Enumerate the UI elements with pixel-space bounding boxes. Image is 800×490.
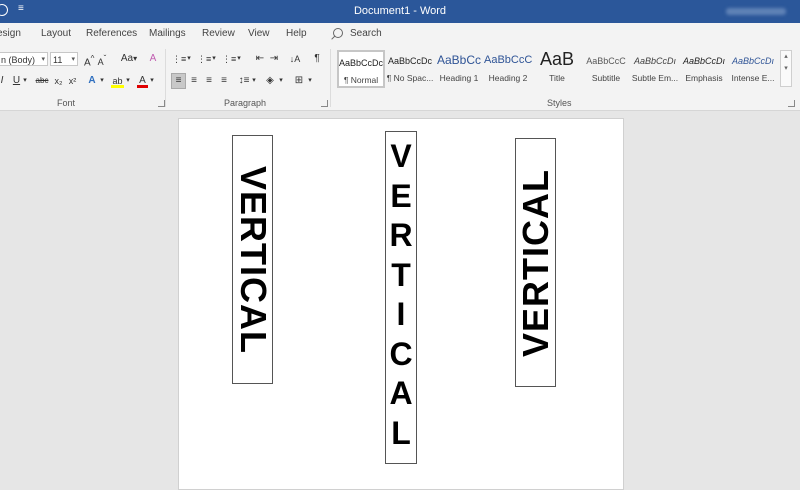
clear-formatting-button[interactable]: A [147,52,159,66]
chevron-down-icon[interactable]: ▾ [71,53,75,67]
font-size-box[interactable]: 11 ▾ [50,52,78,66]
grow-font-button[interactable]: A^ [84,52,94,68]
font-name-box[interactable]: n (Body) ▾ [0,52,48,66]
text-effects-button[interactable]: A [86,74,98,88]
line-spacing-icon[interactable]: ↕≡ [238,74,250,88]
tab-layout[interactable]: Layout [41,28,71,39]
numbering-icon[interactable]: ⋮≡ [197,52,211,66]
document-page[interactable]: VERTICAL V E R T I C A L VERTICAL [178,118,624,490]
justify-icon[interactable]: ≡ [218,74,230,88]
chevron-down-icon[interactable]: ▾ [22,74,28,88]
style-no-spacing[interactable]: AaBbCcDc ¶ No Spac... [386,50,434,88]
decrease-indent-icon[interactable]: ⇤ [254,52,266,66]
style-heading-2[interactable]: AaBbCcC Heading 2 [484,50,532,88]
search-icon[interactable] [333,28,343,38]
vertical-text-stacked: V E R T I C A L [389,138,413,451]
vertical-text-rotated-down: VERTICAL [232,165,273,354]
align-left-button[interactable]: ≡ [171,73,186,89]
tab-review[interactable]: Review [202,28,235,39]
chevron-down-icon[interactable]: ▾ [186,52,192,66]
styles-dialog-launcher-icon[interactable] [788,100,795,107]
chevron-down-icon[interactable]: ▾ [278,74,284,88]
align-center-icon[interactable]: ≡ [188,74,200,88]
tab-references[interactable]: References [86,28,137,39]
superscript-button[interactable]: x² [67,74,78,88]
style-normal[interactable]: AaBbCcDc ¶ Normal [337,50,385,88]
window-title: Document1 - Word [353,5,447,17]
chevron-down-icon[interactable]: ▾ [211,52,217,66]
style-emphasis[interactable]: AaBbCcDı Emphasis [680,50,728,88]
borders-icon[interactable]: ⊞ [293,74,305,88]
sort-icon[interactable]: ↓A [289,52,301,66]
vertical-text-rotated-up: VERTICAL [515,168,556,357]
paragraph-group-label: Paragraph [224,98,267,108]
styles-gallery-scroll[interactable]: ▴ ▾ [780,50,792,87]
style-intense-emphasis[interactable]: AaBbCcDı Intense E... [729,50,777,88]
chevron-down-icon[interactable]: ▾ [41,53,45,67]
chevron-down-icon[interactable]: ▾ [149,74,155,88]
paragraph-dialog-launcher-icon[interactable] [321,100,328,107]
ribbon-tabs: esign Layout References Mailings Review … [0,23,800,45]
text-box-rotated-90[interactable]: VERTICAL [232,135,273,384]
increase-indent-icon[interactable]: ⇥ [268,52,280,66]
multilevel-list-icon[interactable]: ⋮≡ [222,52,236,66]
account-name[interactable] [726,8,786,15]
highlight-color-button[interactable]: ab [111,74,124,88]
align-right-icon[interactable]: ≡ [203,74,215,88]
italic-button[interactable]: I [0,74,5,88]
group-separator [330,49,331,107]
style-heading-1[interactable]: AaBbCc Heading 1 [435,50,483,88]
style-subtitle[interactable]: AaBbCcC Subtitle [582,50,630,88]
tab-design[interactable]: esign [0,28,21,39]
show-formatting-button[interactable]: ¶ [312,52,322,66]
title-bar: ≡ Document1 - Word [0,0,800,23]
font-dialog-launcher-icon[interactable] [158,100,165,107]
group-separator [165,49,166,107]
chevron-down-icon[interactable]: ▾ [99,74,105,88]
tab-mailings[interactable]: Mailings [149,28,186,39]
font-color-button[interactable]: A [137,74,148,88]
change-case-button[interactable]: Aa▾ [117,52,141,66]
subscript-button[interactable]: x₂ [53,74,64,88]
text-box-stacked[interactable]: V E R T I C A L [385,131,417,464]
font-group-label: Font [57,98,76,108]
style-subtle-emphasis[interactable]: AaBbCcDı Subtle Em... [631,50,679,88]
underline-button[interactable]: U [12,74,21,88]
tab-view[interactable]: View [248,28,270,39]
strikethrough-button[interactable]: abc [35,74,49,88]
chevron-down-icon[interactable]: ▾ [307,74,313,88]
chevron-down-icon[interactable]: ▾ [251,74,257,88]
bullets-icon[interactable]: ⋮≡ [172,52,186,66]
chevron-down-icon[interactable]: ▾ [125,74,131,88]
text-box-rotated-270[interactable]: VERTICAL [515,138,556,387]
style-title[interactable]: AaB Title [533,49,581,88]
styles-group-label: Styles [547,98,572,108]
shading-icon[interactable]: ◈ [264,74,276,88]
tab-help[interactable]: Help [286,28,307,39]
search-box[interactable]: Search [350,28,382,39]
shrink-font-button[interactable]: Aˇ [97,52,107,67]
chevron-down-icon[interactable]: ▾ [236,52,242,66]
